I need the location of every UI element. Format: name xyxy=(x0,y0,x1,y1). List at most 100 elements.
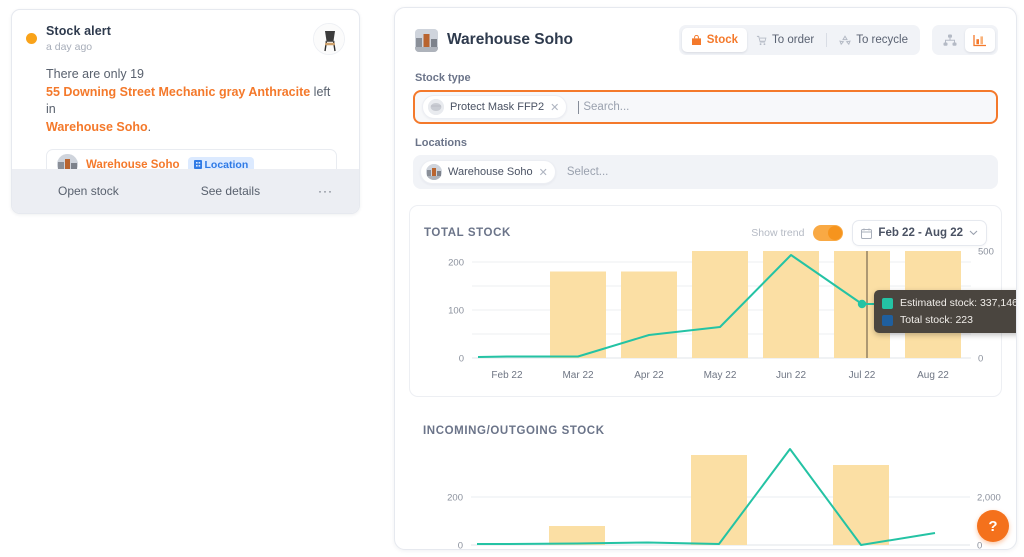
tab-to-recycle[interactable]: To recycle xyxy=(830,28,917,52)
stock-type-chip-label: Protect Mask FFP2 xyxy=(450,101,545,113)
tab-to-order[interactable]: To order xyxy=(747,28,823,52)
svg-text:Mar 22: Mar 22 xyxy=(562,370,594,381)
bar-chart-icon xyxy=(973,34,986,46)
tooltip-row-estimated: Estimated stock: 337,146 xyxy=(882,297,1017,309)
total-stock-plot-area: 200 100 0 500 0 Feb 22 Mar 22 Apr 22 May… xyxy=(424,246,1016,388)
locations-placeholder: Select... xyxy=(566,166,609,178)
stock-type-label: Stock type xyxy=(415,72,471,84)
left-axis-labels: 200 0 xyxy=(447,493,463,551)
svg-text:0: 0 xyxy=(978,354,983,365)
locations-input[interactable]: Warehouse Soho ✕ Select... xyxy=(413,155,998,189)
svg-text:Aug 22: Aug 22 xyxy=(917,370,949,381)
chart-view-button[interactable] xyxy=(965,28,995,52)
notification-title: Stock alert xyxy=(46,24,112,38)
message-suffix: . xyxy=(147,119,152,134)
total-stock-x-labels: Feb 22 Mar 22 Apr 22 May 22 Jun 22 Jul 2… xyxy=(491,370,949,381)
tooltip-row-total: Total stock: 223 xyxy=(882,314,1016,326)
svg-text:500: 500 xyxy=(978,247,994,258)
svg-text:May 22: May 22 xyxy=(704,370,737,381)
notification-message: There are only 19 55 Downing Street Mech… xyxy=(46,66,343,136)
svg-text:200: 200 xyxy=(448,258,464,269)
incoming-outgoing-plot-area: 200 0 2,000 0 Feb 22 Mar 22 Apr 22 May 2… xyxy=(423,441,1001,549)
tab-to-order-label: To order xyxy=(772,34,815,46)
message-prefix: There are only 19 xyxy=(46,67,144,81)
mask-photo-icon xyxy=(428,99,444,115)
tooltip-swatch-total xyxy=(882,314,893,326)
stock-type-input[interactable]: Protect Mask FFP2 ✕ Search... xyxy=(413,90,998,124)
segment-divider xyxy=(826,33,828,47)
incoming-outgoing-svg: 200 0 2,000 0 xyxy=(447,448,1001,551)
svg-text:2,000: 2,000 xyxy=(977,493,1001,504)
more-options-button[interactable]: ··· xyxy=(318,184,333,198)
total-stock-chart-header: TOTAL STOCK Show trend Feb 22 - Aug 22 xyxy=(424,220,987,246)
notification-footer: Open stock See details ··· xyxy=(12,169,359,213)
chair-product-photo-icon xyxy=(313,23,345,55)
show-trend-label: Show trend xyxy=(751,227,805,239)
status-dot-icon xyxy=(26,33,37,44)
chevron-down-icon xyxy=(969,230,978,236)
total-stock-chart-title: TOTAL STOCK xyxy=(424,227,511,239)
locations-filter-wrap: Warehouse Soho ✕ Select... xyxy=(395,155,1016,189)
svg-text:Jul 22: Jul 22 xyxy=(849,370,876,381)
show-trend-toggle[interactable] xyxy=(813,225,844,241)
total-stock-chart-controls: Show trend Feb 22 - Aug 22 xyxy=(751,220,987,246)
notification-timestamp: a day ago xyxy=(46,41,93,53)
incoming-outgoing-chart-header: INCOMING/OUTGOING STOCK xyxy=(423,421,988,441)
warehouse-photo-icon xyxy=(426,164,442,180)
toggle-knob xyxy=(828,226,843,240)
notification-body: Stock alert a day ago There are only 19 … xyxy=(12,10,359,190)
locations-chip-label: Warehouse Soho xyxy=(448,166,533,178)
incoming-outgoing-chart-card: INCOMING/OUTGOING STOCK 200 0 2,000 0 xyxy=(409,411,1002,549)
svg-text:100: 100 xyxy=(448,306,464,317)
help-button[interactable]: ? xyxy=(977,510,1009,542)
stock-alert-notification-card[interactable]: Stock alert a day ago There are only 19 … xyxy=(11,9,360,214)
screen-root: Stock alert a day ago There are only 19 … xyxy=(0,0,1024,557)
view-mode-toggle-group xyxy=(932,25,998,55)
date-range-value: Feb 22 - Aug 22 xyxy=(878,227,963,239)
hierarchy-view-button[interactable] xyxy=(935,28,965,52)
stock-type-chip[interactable]: Protect Mask FFP2 ✕ xyxy=(422,95,568,119)
open-stock-button[interactable]: Open stock xyxy=(58,184,119,198)
stock-type-filter-wrap: Protect Mask FFP2 ✕ Search... xyxy=(395,90,1016,124)
total-stock-chart-card: TOTAL STOCK Show trend Feb 22 - Aug 22 2… xyxy=(409,205,1016,397)
locations-chip[interactable]: Warehouse Soho ✕ xyxy=(420,160,556,184)
hover-data-point xyxy=(857,299,867,309)
cart-icon xyxy=(756,35,767,45)
svg-text:0: 0 xyxy=(458,541,463,551)
svg-text:Apr 22: Apr 22 xyxy=(634,370,664,381)
tab-to-recycle-label: To recycle xyxy=(856,34,908,46)
svg-text:0: 0 xyxy=(977,541,982,551)
close-icon[interactable]: ✕ xyxy=(539,166,548,179)
warehouse-photo-icon xyxy=(415,28,438,52)
text-cursor xyxy=(578,100,580,114)
svg-text:Feb 22: Feb 22 xyxy=(491,370,523,381)
recycle-icon xyxy=(839,34,852,45)
tab-stock[interactable]: Stock xyxy=(681,28,748,52)
calendar-icon xyxy=(861,228,873,239)
left-axis-labels: 200 100 0 xyxy=(448,258,464,365)
hierarchy-icon xyxy=(943,34,957,46)
tab-stock-label: Stock xyxy=(706,34,739,46)
message-product-name[interactable]: 55 Downing Street Mechanic gray Anthraci… xyxy=(46,85,310,99)
chart-tooltip: Estimated stock: 337,146 Total stock: 22… xyxy=(874,290,1017,333)
stock-view-segmented-control: Stock To order To recycle xyxy=(678,25,920,55)
tooltip-swatch-estimated xyxy=(882,297,893,309)
locations-label: Locations xyxy=(415,137,467,149)
see-details-button[interactable]: See details xyxy=(201,184,260,198)
tooltip-estimated-label: Estimated stock: 337,146 xyxy=(900,297,1017,309)
svg-text:0: 0 xyxy=(459,354,464,365)
incoming-outgoing-chart-title: INCOMING/OUTGOING STOCK xyxy=(423,425,605,437)
warehouse-stock-panel: Warehouse Soho Stock To order To recycle xyxy=(394,7,1017,550)
stock-type-placeholder: Search... xyxy=(583,101,630,113)
building-icon xyxy=(193,160,202,169)
message-location-name[interactable]: Warehouse Soho xyxy=(46,120,148,134)
incoming-outgoing-bars xyxy=(549,455,889,545)
svg-text:Jun 22: Jun 22 xyxy=(776,370,806,381)
page-title: Warehouse Soho xyxy=(447,31,574,48)
svg-text:200: 200 xyxy=(447,493,463,504)
tooltip-total-label: Total stock: 223 xyxy=(900,314,973,326)
date-range-picker[interactable]: Feb 22 - Aug 22 xyxy=(852,220,987,246)
close-icon[interactable]: ✕ xyxy=(550,101,559,114)
panel-header: Warehouse Soho Stock To order To recycle xyxy=(395,8,1016,72)
bag-icon xyxy=(691,34,701,45)
